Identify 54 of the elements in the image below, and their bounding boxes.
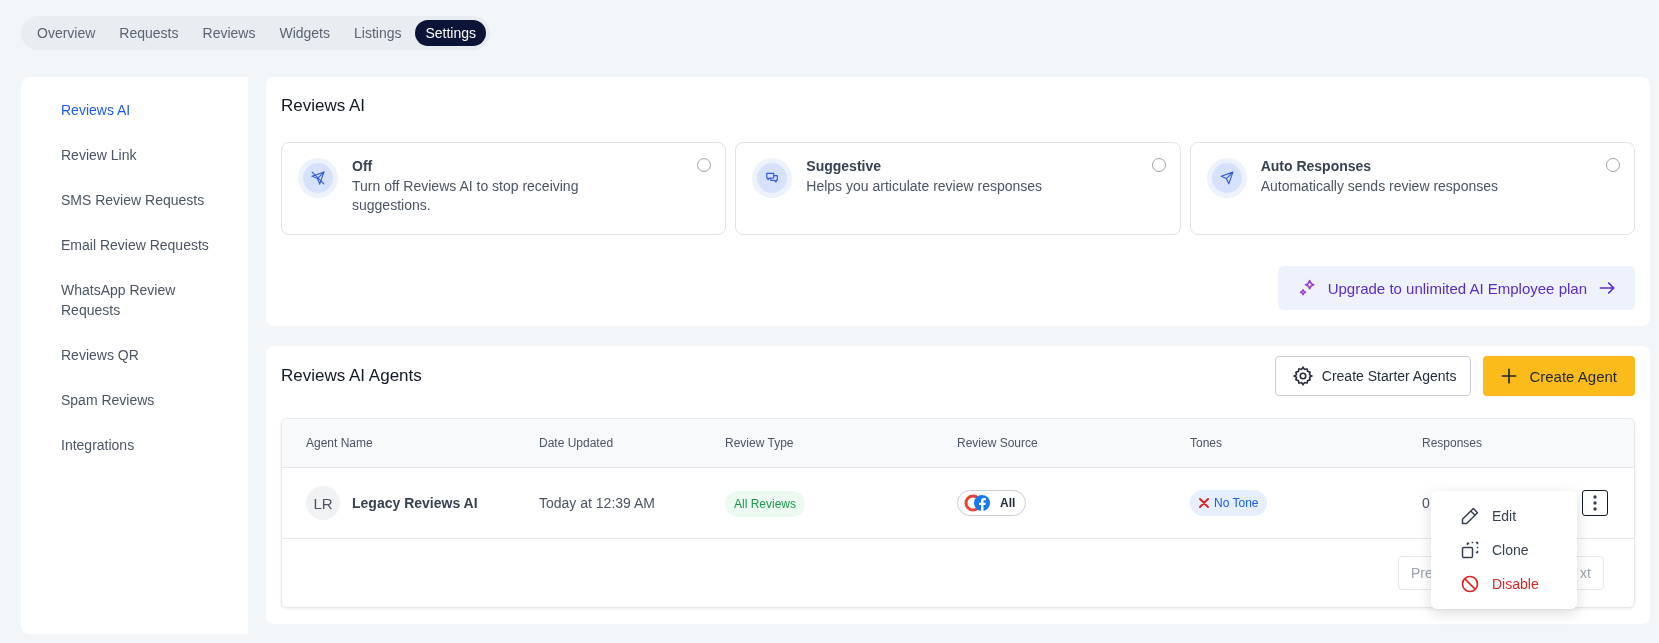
create-agent-button[interactable]: Create Agent — [1483, 356, 1635, 396]
table-cell: 0 — [1422, 495, 1430, 511]
column-header: Agent Name — [306, 436, 374, 450]
settings-icon — [1291, 365, 1314, 387]
option-title: Suggestive — [806, 158, 883, 174]
tab[interactable]: Listings — [344, 20, 412, 46]
cross-icon — [1199, 498, 1209, 508]
option-title: Auto Responses — [1260, 158, 1373, 174]
section-title: Reviews AI — [281, 96, 367, 116]
option-description: Automatically sends review responses — [1260, 177, 1499, 196]
mode-option[interactable]: Auto Responses Automatically sends review responses — [1189, 142, 1635, 235]
tab[interactable]: Widgets — [269, 20, 340, 46]
sidebar-item[interactable]: Reviews AI — [61, 91, 213, 129]
column-header: Date Updated — [539, 436, 615, 450]
tab[interactable]: Overview — [27, 20, 106, 46]
pencil-icon — [1460, 506, 1480, 526]
tab[interactable]: Reviews — [192, 20, 266, 46]
send-icon — [1206, 158, 1247, 198]
column-header: Review Source — [957, 436, 1039, 450]
tone-badge: No Tone — [1190, 490, 1268, 516]
menu-item[interactable]: Edit — [1431, 499, 1577, 533]
sidebar-item[interactable]: WhatsApp Review Requests — [61, 271, 213, 329]
tab[interactable]: Requests — [109, 20, 189, 46]
agent-name: Legacy Reviews AI — [352, 495, 478, 511]
mode-option[interactable]: Off Turn off Reviews AI to stop receiving suggestions. — [281, 142, 727, 235]
column-header: Responses — [1422, 436, 1484, 450]
column-header: Tones — [1190, 436, 1224, 450]
mode-option[interactable]: Suggestive Helps you articulate review responses — [735, 142, 1181, 235]
column-header: Review Type — [725, 436, 795, 450]
sidebar-item[interactable]: Spam Reviews — [61, 381, 213, 419]
sidebar-item[interactable]: Integrations — [61, 426, 213, 464]
more-options-button[interactable] — [1582, 490, 1608, 516]
menu-item[interactable]: Disable — [1431, 567, 1577, 601]
copy-icon — [1460, 540, 1480, 560]
chat-bubbles-icon — [752, 158, 793, 198]
tab[interactable]: Settings — [415, 20, 487, 46]
create-starter-agents-button[interactable]: Create Starter Agents — [1274, 356, 1472, 396]
sidebar-item[interactable]: Reviews QR — [61, 336, 213, 374]
sparkles-icon — [1297, 278, 1318, 298]
avatar: LR — [306, 486, 340, 520]
sidebar-item[interactable]: SMS Review Requests — [61, 181, 213, 219]
sidebar-item[interactable]: Review Link — [61, 136, 213, 174]
review-type-badge: All Reviews — [725, 491, 805, 517]
more-vertical-icon — [1593, 495, 1597, 511]
table-cell: Today at 12:39 AM — [539, 495, 655, 511]
option-description: Turn off Reviews AI to stop receiving suggestions. — [352, 177, 580, 215]
prohibited-icon — [1460, 574, 1480, 594]
crossed-send-icon — [298, 158, 338, 198]
upgrade-button[interactable]: Upgrade to unlimited AI Employee plan — [1277, 266, 1635, 310]
menu-item[interactable]: Clone — [1431, 533, 1577, 567]
option-title: Off — [352, 158, 374, 174]
sidebar-item[interactable]: Email Review Requests — [61, 226, 213, 264]
option-description: Helps you articulate review responses — [806, 177, 1044, 196]
section-title: Reviews AI Agents — [281, 366, 422, 386]
